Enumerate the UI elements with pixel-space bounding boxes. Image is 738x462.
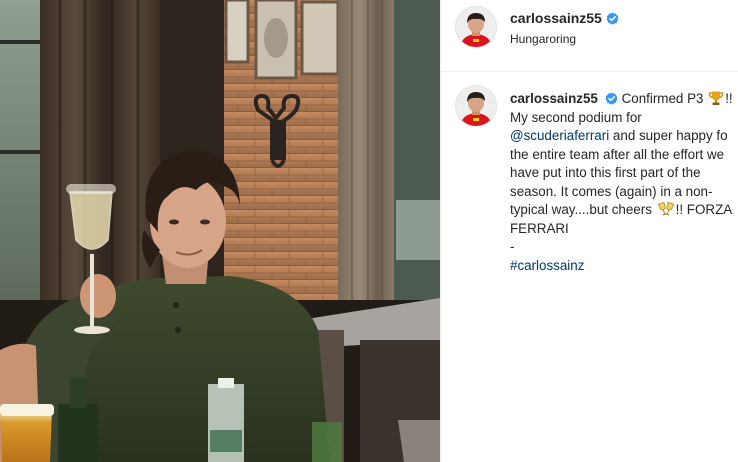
- post-media[interactable]: [0, 0, 440, 462]
- post-sidebar: carlossainz55 Hungaroring carlossainz55 …: [440, 0, 738, 462]
- caption-line-2: My second podium for: [510, 109, 642, 125]
- avatar-image: [456, 7, 496, 47]
- caption-line-9: -: [510, 239, 515, 254]
- caption-line-3: @scuderiaferrari and super happy fo: [510, 127, 738, 146]
- hashtag-link[interactable]: #carlossainz: [510, 258, 584, 273]
- mention-link[interactable]: @scuderiaferrari: [510, 128, 609, 143]
- caption-text: carlossainz55 Confirmed P3 !! My second …: [510, 90, 738, 275]
- avatar[interactable]: [455, 6, 497, 48]
- caption-text-1: Confirmed P3: [621, 91, 704, 106]
- caption-line-7: typical way....but cheers !! FORZA: [510, 201, 738, 220]
- verified-badge-icon: [606, 12, 619, 25]
- caption-line-4: the entire team after all the effort we: [510, 146, 725, 162]
- caption-text-7: typical way....but cheers: [510, 202, 652, 217]
- caption-text-1b: !!: [725, 91, 733, 106]
- caption-text-3: and super happy fo: [612, 128, 728, 143]
- clinking-glasses-icon: [657, 201, 674, 216]
- post-username[interactable]: carlossainz55: [510, 10, 619, 26]
- caption-username[interactable]: carlossainz55: [510, 91, 598, 106]
- caption-line-1: carlossainz55 Confirmed P3 !!: [510, 90, 738, 109]
- username-link[interactable]: carlossainz55: [510, 10, 602, 26]
- post-location[interactable]: Hungaroring: [510, 32, 576, 46]
- caption-line-6: season. It comes (again) in a non-: [510, 183, 713, 199]
- caption-avatar-image: [456, 86, 496, 126]
- caption-line-10: #carlossainz: [510, 257, 738, 276]
- caption-verified-badge-icon: [605, 92, 618, 105]
- caption-line-5: have put into this first part of the: [510, 165, 701, 180]
- trophy-icon: [709, 91, 724, 105]
- post-photo: [0, 0, 440, 462]
- caption-line-8: FERRARI: [510, 220, 569, 236]
- caption-text-7b: !! FORZA: [675, 202, 733, 217]
- caption-avatar[interactable]: [455, 85, 497, 127]
- post-header: carlossainz55 Hungaroring: [441, 0, 738, 72]
